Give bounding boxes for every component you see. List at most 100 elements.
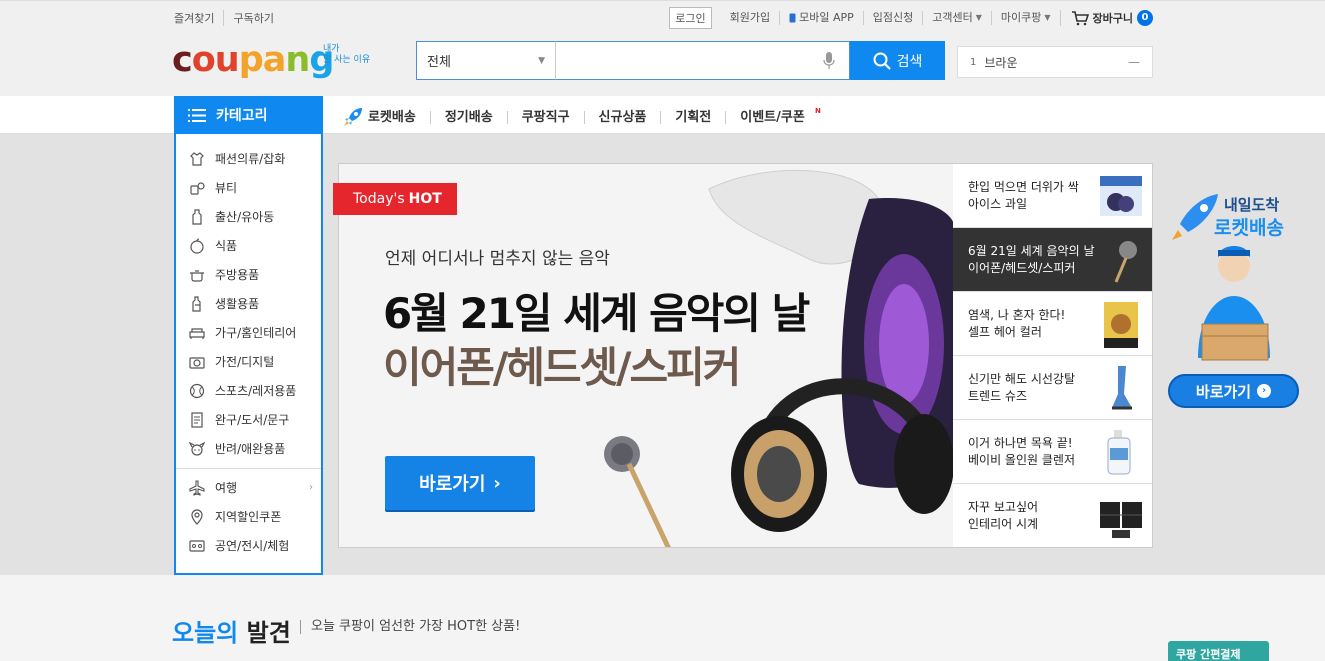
logo-tagline: 내가 할 사는 이유 (323, 44, 371, 65)
menu-divider (176, 468, 321, 469)
nav-rocket-delivery[interactable]: 로켓배송 (342, 106, 430, 128)
category-item[interactable]: 주방용품 (176, 260, 321, 289)
category-item[interactable]: 뷰티 (176, 173, 321, 202)
rocket-icon (344, 108, 362, 126)
search-scope-select[interactable]: 전체 ▼ (416, 41, 555, 80)
banner-thumb-item[interactable]: 염색, 나 혼자 한다! 셀프 헤어 컬러 (953, 292, 1152, 356)
top-utility-bar: 즐겨찾기 구독하기 로그인 회원가입 모바일 APP 입점신청 고객센터 ▼ 마… (0, 0, 1325, 32)
list-menu-icon (188, 108, 206, 122)
category-item-local-coupon[interactable]: 지역할인쿠폰 (176, 502, 321, 531)
fashion-icon (188, 150, 206, 168)
cleanser-bottle-thumbnail (1107, 430, 1131, 475)
coupang-logo[interactable]: coupang (172, 40, 334, 80)
category-label: 주방용품 (215, 268, 260, 282)
category-label: 반려/애완용품 (215, 442, 286, 456)
category-button-label: 카테고리 (216, 108, 268, 124)
search-bar: 전체 ▼ 검색 (416, 41, 945, 80)
camera-icon (188, 353, 206, 371)
nav-exhibitions[interactable]: 기획전 (660, 110, 725, 124)
cart-count-badge: 0 (1137, 10, 1153, 26)
top-right-links: 로그인 회원가입 모바일 APP 입점신청 고객센터 ▼ 마이쿠팡 ▼ 장바구니… (669, 7, 1153, 29)
caret-down-icon: ▼ (1044, 13, 1051, 22)
airplane-icon (188, 479, 206, 497)
category-menu: 패션의류/잡화 뷰티 출산/유아동 식품 주방용품 생활용품 가구/홈인테리어 (174, 134, 323, 575)
category-item[interactable]: 가구/홈인테리어 (176, 318, 321, 347)
ticket-icon (188, 537, 206, 555)
banner-go-button[interactable]: 바로가기 › (385, 456, 535, 510)
banner-thumb-list: 한입 먹으면 더위가 싹 아이스 과일 6월 21일 세계 음악의 날 이어폰/헤드… (953, 163, 1153, 548)
banner-thumb-item-active[interactable]: 6월 21일 세계 음악의 날 이어폰/헤드셋/스피커 (953, 228, 1152, 292)
category-item[interactable]: 가전/디지털 (176, 347, 321, 376)
category-label: 가전/디지털 (215, 355, 275, 369)
rocket-ad-line1: 내일도착 (1224, 196, 1280, 214)
category-button[interactable]: 카테고리 (174, 96, 323, 134)
nav-rocket-label: 로켓배송 (368, 109, 416, 125)
category-item[interactable]: 패션의류/잡화 (176, 144, 321, 173)
hero-banner[interactable]: 언제 어디서나 멈추지 않는 음악 6월 21일 세계 음악의 날 이어폰/헤드… (338, 163, 954, 548)
book-icon (188, 411, 206, 429)
my-coupang-label: 마이쿠팡 (1000, 11, 1042, 24)
mobile-app-link[interactable]: 모바일 APP (779, 11, 863, 25)
rocket-delivery-ad[interactable]: 내일도착 로켓배송 바로가기 › (1168, 188, 1300, 410)
rocket-ad-go-label: 바로가기 (1195, 382, 1252, 401)
banner-thumb-item[interactable]: 이거 하나면 목욕 끝! 베이비 올인원 클렌저 (953, 420, 1152, 484)
category-item[interactable]: 반려/애완용품 (176, 434, 321, 463)
category-label: 스포츠/레저용품 (215, 384, 297, 398)
detergent-icon (188, 295, 206, 313)
dropdown-arrow-icon: ▼ (538, 55, 545, 66)
category-item-performance[interactable]: 공연/전시/체험 (176, 531, 321, 560)
flip-clock-thumbnail (1100, 502, 1142, 538)
nav-menu: 로켓배송 정기배송 쿠팡직구 신규상품 기획전 이벤트/쿠폰 N (342, 106, 821, 128)
chevron-right-icon: › (493, 472, 501, 494)
chevron-right-icon: › (309, 482, 313, 493)
coupang-pay-widget[interactable]: 쿠팡 간편결제 (1168, 641, 1269, 661)
seller-link[interactable]: 입점신청 (862, 11, 922, 25)
banner-thumb-item[interactable]: 한입 먹으면 더위가 싹 아이스 과일 (953, 164, 1152, 228)
nav-events-label: 이벤트/쿠폰 (740, 109, 805, 125)
shoe-thumbnail (1112, 366, 1132, 410)
nav-events-coupons[interactable]: 이벤트/쿠폰 N (725, 107, 821, 125)
location-pin-icon (188, 508, 206, 526)
banner-subtitle: 언제 어디서나 멈추지 않는 음악 (385, 249, 610, 269)
banner-title-secondary: 이어폰/헤드셋/스피커 (383, 343, 741, 392)
mobile-app-label: 모바일 APP (799, 11, 854, 24)
category-label: 가구/홈인테리어 (215, 326, 297, 340)
search-input[interactable] (555, 41, 850, 80)
search-scope-value: 전체 (427, 55, 451, 70)
frozen-fruit-thumbnail (1100, 176, 1142, 216)
category-label: 여행 (215, 481, 238, 495)
category-item[interactable]: 완구/도서/문구 (176, 405, 321, 434)
signup-link[interactable]: 회원가입 (721, 11, 779, 25)
category-label: 식품 (215, 239, 238, 253)
rocket-ad-go-button[interactable]: 바로가기 › (1168, 374, 1299, 408)
baby-bottle-icon (188, 208, 206, 226)
my-coupang-menu[interactable]: 마이쿠팡 ▼ (990, 11, 1060, 25)
banner-thumb-item[interactable]: 자꾸 보고싶어 인테리어 시계 (953, 484, 1152, 548)
search-button[interactable]: 검색 (850, 41, 945, 80)
microphone-icon[interactable] (823, 52, 835, 70)
cart-link[interactable]: 장바구니 0 (1059, 10, 1153, 26)
login-button[interactable]: 로그인 (669, 7, 712, 29)
rank-change-icon: — (1128, 55, 1140, 69)
category-label: 패션의류/잡화 (215, 152, 286, 166)
category-item[interactable]: 스포츠/레저용품 (176, 376, 321, 405)
customer-center-label: 고객센터 (932, 11, 973, 24)
ball-icon (188, 382, 206, 400)
trending-keyword-box[interactable]: 1 브라운 — (957, 46, 1153, 78)
category-item[interactable]: 식품 (176, 231, 321, 260)
banner-thumb-item[interactable]: 신기만 해도 시선강탈 트렌드 슈즈 (953, 356, 1152, 420)
cart-icon (1071, 10, 1089, 25)
subscribe-link[interactable]: 구독하기 (223, 10, 282, 26)
chevron-right-icon: › (1257, 384, 1272, 398)
new-badge: N (814, 106, 821, 115)
nav-subscription[interactable]: 정기배송 (429, 110, 507, 124)
category-item-travel[interactable]: 여행 › (176, 473, 321, 502)
category-item[interactable]: 생활용품 (176, 289, 321, 318)
caret-down-icon: ▼ (975, 13, 982, 22)
customer-center-menu[interactable]: 고객센터 ▼ (922, 11, 991, 25)
category-item[interactable]: 출산/유아동 (176, 202, 321, 231)
nav-new-products[interactable]: 신규상품 (583, 110, 661, 124)
trending-rank-number: 1 (970, 56, 977, 68)
nav-global[interactable]: 쿠팡직구 (506, 110, 584, 124)
bookmark-link[interactable]: 즐겨찾기 (174, 10, 223, 26)
